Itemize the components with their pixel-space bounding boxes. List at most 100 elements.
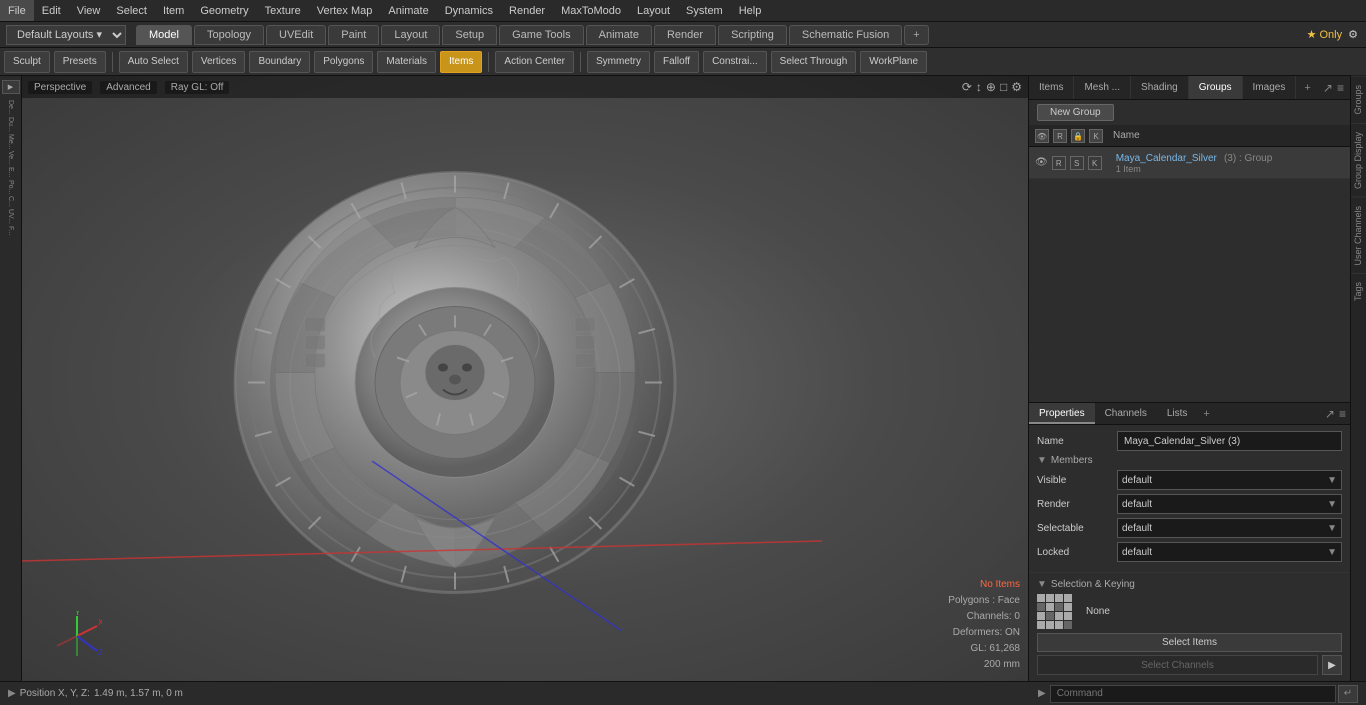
polygons-btn[interactable]: Polygons (314, 51, 373, 73)
menu-render[interactable]: Render (501, 0, 553, 21)
symmetry-btn[interactable]: Symmetry (587, 51, 650, 73)
tab-render[interactable]: Render (654, 25, 716, 45)
settings-icon[interactable]: ⚙ (1348, 28, 1358, 41)
sidebar-ve[interactable]: Ve... (7, 151, 14, 165)
vtab-tags[interactable]: Tags (1351, 273, 1366, 309)
vp-icon-orbit[interactable]: ⟳ (962, 80, 972, 94)
menu-view[interactable]: View (69, 0, 109, 21)
sidebar-po[interactable]: Po... (7, 180, 14, 194)
tab-paint[interactable]: Paint (328, 25, 379, 45)
rp-tab-images[interactable]: Images (1243, 76, 1297, 99)
menu-file[interactable]: File (0, 0, 34, 21)
sidebar-de[interactable]: De... (7, 100, 14, 115)
props-tab-channels[interactable]: Channels (1095, 403, 1157, 424)
tab-animate[interactable]: Animate (586, 25, 652, 45)
auto-select-btn[interactable]: Auto Select (119, 51, 188, 73)
action-center-btn[interactable]: Action Center (495, 51, 574, 73)
props-tab-add[interactable]: + (1197, 403, 1215, 424)
group-icon-s[interactable]: S (1070, 156, 1084, 170)
tab-model[interactable]: Model (136, 25, 192, 45)
menu-system[interactable]: System (678, 0, 731, 21)
menu-select[interactable]: Select (108, 0, 155, 21)
constrain-btn[interactable]: Constrai... (703, 51, 767, 73)
menu-layout[interactable]: Layout (629, 0, 678, 21)
visible-dropdown[interactable]: default ▼ (1117, 470, 1342, 490)
vtab-user-channels[interactable]: User Channels (1351, 197, 1366, 274)
presets-btn[interactable]: Presets (54, 51, 106, 73)
rp-menu-icon[interactable]: ≡ (1337, 81, 1344, 95)
props-expand-icon[interactable]: ↗ (1325, 407, 1335, 421)
tab-topology[interactable]: Topology (194, 25, 264, 45)
workplane-btn[interactable]: WorkPlane (860, 51, 927, 73)
tab-scripting[interactable]: Scripting (718, 25, 787, 45)
group-icon-k[interactable]: K (1088, 156, 1102, 170)
sidebar-f[interactable]: F... (7, 226, 14, 235)
group-icon-r[interactable]: R (1052, 156, 1066, 170)
tab-schematic[interactable]: Schematic Fusion (789, 25, 902, 45)
materials-btn[interactable]: Materials (377, 51, 436, 73)
vp-perspective[interactable]: Perspective (28, 81, 92, 94)
select-items-button[interactable]: Select Items (1037, 633, 1342, 652)
menu-edit[interactable]: Edit (34, 0, 69, 21)
rp-tab-add[interactable]: + (1296, 76, 1318, 99)
menu-texture[interactable]: Texture (257, 0, 309, 21)
sculpt-btn[interactable]: Sculpt (4, 51, 50, 73)
vtab-group-display[interactable]: Group Display (1351, 123, 1366, 197)
render-dropdown[interactable]: default ▼ (1117, 494, 1342, 514)
command-input[interactable] (1050, 685, 1336, 703)
sidebar-c[interactable]: C... (7, 196, 14, 207)
viewport[interactable]: Perspective Advanced Ray GL: Off ⟳ ↕ ⊕ □… (22, 76, 1028, 681)
rp-tab-groups[interactable]: Groups (1189, 76, 1243, 99)
props-menu-icon[interactable]: ≡ (1339, 407, 1346, 421)
rp-expand-icon[interactable]: ↗ (1323, 81, 1333, 95)
header-icon-render[interactable]: R (1053, 129, 1067, 143)
sidebar-me[interactable]: Me... (7, 134, 14, 150)
sidebar-uv[interactable]: UV... (7, 209, 14, 224)
menu-help[interactable]: Help (731, 0, 770, 21)
cmd-enter-btn[interactable]: ↵ (1338, 685, 1358, 703)
props-tab-lists[interactable]: Lists (1157, 403, 1198, 424)
items-btn[interactable]: Items (440, 51, 482, 73)
sel-arrow-btn[interactable]: ▶ (1322, 655, 1342, 675)
vp-raygl[interactable]: Ray GL: Off (165, 81, 230, 94)
vp-icon-zoom[interactable]: ⊕ (986, 80, 996, 94)
menu-vertexmap[interactable]: Vertex Map (309, 0, 381, 21)
group-item-maya[interactable]: 👁 R S K Maya_Calendar_Silver (3) : Group… (1029, 147, 1350, 179)
header-icon-eye[interactable]: 👁 (1035, 129, 1049, 143)
menu-item[interactable]: Item (155, 0, 192, 21)
header-icon-lock[interactable]: 🔒 (1071, 129, 1085, 143)
sidebar-du[interactable]: Du... (7, 117, 14, 132)
tab-uvedit[interactable]: UVEdit (266, 25, 326, 45)
props-tab-properties[interactable]: Properties (1029, 403, 1095, 424)
tab-setup[interactable]: Setup (442, 25, 497, 45)
header-icon-key[interactable]: K (1089, 129, 1103, 143)
name-input[interactable] (1117, 431, 1342, 451)
tab-layout[interactable]: Layout (381, 25, 440, 45)
rp-tab-mesh[interactable]: Mesh ... (1074, 76, 1131, 99)
rp-tab-shading[interactable]: Shading (1131, 76, 1189, 99)
rp-tab-items[interactable]: Items (1029, 76, 1074, 99)
sidebar-btn-1[interactable]: ▶ (2, 80, 20, 94)
select-through-btn[interactable]: Select Through (771, 51, 857, 73)
layout-dropdown[interactable]: Default Layouts ▾ (6, 25, 126, 45)
select-channels-button[interactable]: Select Channels (1037, 655, 1318, 675)
vtab-groups[interactable]: Groups (1351, 76, 1366, 123)
boundary-btn[interactable]: Boundary (249, 51, 310, 73)
tab-gametools[interactable]: Game Tools (499, 25, 584, 45)
sidebar-e[interactable]: E... (7, 167, 14, 178)
menu-animate[interactable]: Animate (380, 0, 436, 21)
falloff-btn[interactable]: Falloff (654, 51, 699, 73)
selectable-dropdown[interactable]: default ▼ (1117, 518, 1342, 538)
vp-advanced[interactable]: Advanced (100, 81, 156, 94)
vp-icon-settings[interactable]: ⚙ (1011, 80, 1022, 94)
menu-dynamics[interactable]: Dynamics (437, 0, 501, 21)
vertices-btn[interactable]: Vertices (192, 51, 246, 73)
locked-dropdown[interactable]: default ▼ (1117, 542, 1342, 562)
vp-icon-frame[interactable]: □ (1000, 80, 1007, 94)
vp-icon-pan[interactable]: ↕ (976, 80, 982, 94)
menu-maxtomodo[interactable]: MaxToModo (553, 0, 629, 21)
star-only-label[interactable]: ★ Only (1307, 28, 1343, 41)
menu-geometry[interactable]: Geometry (192, 0, 256, 21)
new-group-button[interactable]: New Group (1037, 104, 1114, 121)
tab-add[interactable]: + (904, 25, 928, 45)
